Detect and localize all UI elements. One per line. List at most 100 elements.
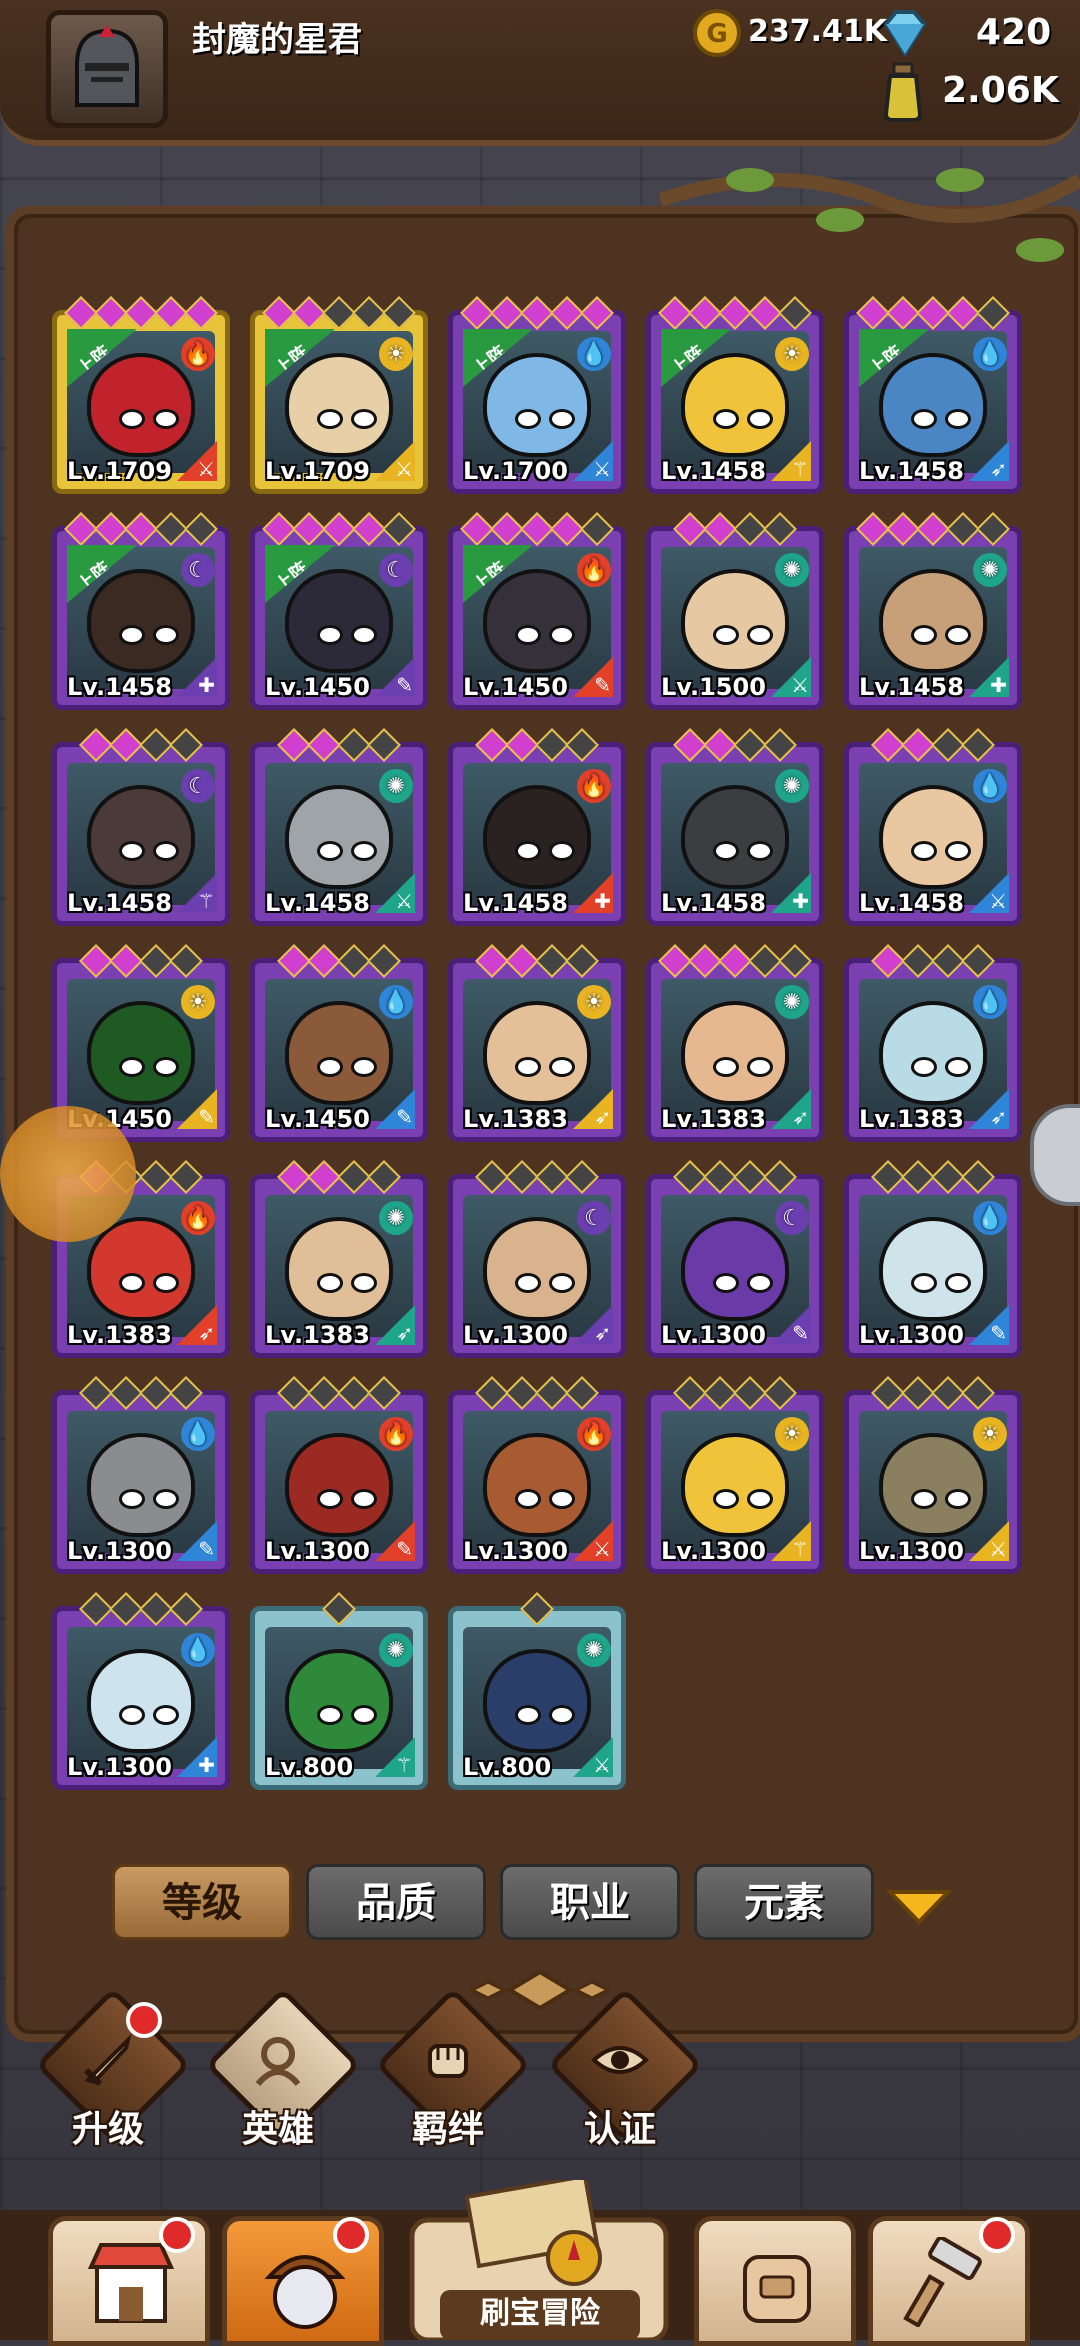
tab-quality[interactable]: 品质	[306, 1864, 486, 1940]
hero-card[interactable]: 💧 ✎ Lv.1300	[52, 1376, 230, 1574]
hero-card[interactable]: 上阵 💧 ⚔ Lv.1700	[448, 296, 626, 494]
class-glyph: ⚚	[791, 1537, 809, 1561]
star-icon	[763, 512, 797, 546]
hero-eyes	[317, 625, 377, 645]
tab-class[interactable]: 职业	[500, 1864, 680, 1940]
nav-forge[interactable]	[868, 2216, 1030, 2346]
star-icon	[475, 1160, 509, 1194]
hero-card[interactable]: 💧 ⚔ Lv.1458	[844, 728, 1022, 926]
star-icon	[64, 512, 98, 546]
star-icon	[703, 1376, 737, 1410]
hero-card[interactable]: 💧 ➶ Lv.1383	[844, 944, 1022, 1142]
sort-dropdown-icon[interactable]	[886, 1886, 952, 1926]
hero-card[interactable]: ✺ ✚ Lv.1458	[646, 728, 824, 926]
hero-card[interactable]: 上阵 ☾ ✚ Lv.1458	[52, 512, 230, 710]
hero-head	[681, 1433, 789, 1537]
hero-head	[285, 1649, 393, 1753]
nav-shop[interactable]	[48, 2216, 210, 2346]
class-glyph: ✎	[396, 673, 413, 697]
tab-element[interactable]: 元素	[694, 1864, 874, 1940]
star-icon	[169, 1376, 203, 1410]
hero-card[interactable]: ☾ ✎ Lv.1300	[646, 1160, 824, 1358]
wind-element-icon: ✺	[973, 553, 1007, 587]
class-glyph: ⚔	[791, 673, 809, 697]
hero-eyes	[515, 1057, 575, 1077]
hero-card[interactable]: ✺ ✚ Lv.1458	[844, 512, 1022, 710]
class-glyph: ⚔	[989, 1537, 1007, 1561]
hero-card[interactable]: 💧 ✎ Lv.1300	[844, 1160, 1022, 1358]
hero-card[interactable]: 上阵 💧 ➶ Lv.1458	[844, 296, 1022, 494]
hero-level: Lv.1709	[265, 457, 370, 485]
star-icon	[856, 512, 890, 546]
adventure-label[interactable]: 刷宝冒险	[440, 2290, 640, 2340]
hero-card[interactable]: ✺ ⚔ Lv.800	[448, 1592, 626, 1790]
hero-eyes	[515, 1273, 575, 1293]
hero-stars	[849, 1160, 1017, 1194]
hero-card[interactable]: 🔥 ⚔ Lv.1300	[448, 1376, 626, 1574]
hero-stars	[651, 1160, 819, 1194]
nav-inventory[interactable]	[694, 2216, 856, 2346]
hero-card[interactable]: ☾ ⚚ Lv.1458	[52, 728, 230, 926]
star-icon	[124, 512, 158, 546]
hero-card[interactable]: 💧 ✎ Lv.1450	[250, 944, 428, 1142]
hero-level: Lv.1458	[661, 457, 766, 485]
star-icon	[673, 728, 707, 762]
hero-sub-navigation: 升级 英雄 羁绊 认证	[0, 1987, 1080, 2150]
hero-head	[681, 785, 789, 889]
hero-stars	[849, 296, 1017, 330]
star-icon	[367, 728, 401, 762]
star-icon	[169, 1160, 203, 1194]
hero-head	[879, 569, 987, 673]
hero-card[interactable]: 🔥 ✎ Lv.1300	[250, 1376, 428, 1574]
hero-head	[87, 1649, 195, 1753]
hero-card[interactable]: ✺ ⚔ Lv.1500	[646, 512, 824, 710]
subnav-upgrade[interactable]: 升级	[35, 1987, 191, 2150]
class-glyph: ⚔	[395, 457, 413, 481]
tab-level[interactable]: 等级	[112, 1864, 292, 1940]
star-icon	[184, 512, 218, 546]
hero-card[interactable]: 上阵 🔥 ✎ Lv.1450	[448, 512, 626, 710]
hero-eyes	[911, 625, 971, 645]
hero-head	[483, 785, 591, 889]
hero-card[interactable]: ☀ ⚚ Lv.1300	[646, 1376, 824, 1574]
hero-card[interactable]: ✺ ⚚ Lv.800	[250, 1592, 428, 1790]
hero-card[interactable]: 上阵 🔥 ⚔ Lv.1709	[52, 296, 230, 494]
hero-head	[483, 1217, 591, 1321]
star-icon	[139, 1376, 173, 1410]
hero-card[interactable]: 💧 ✚ Lv.1300	[52, 1592, 230, 1790]
subnav-certify[interactable]: 认证	[547, 1987, 703, 2150]
hero-card[interactable]: 上阵 ☀ ⚔ Lv.1709	[250, 296, 428, 494]
subnav-bonds[interactable]: 羁绊	[375, 1987, 531, 2150]
star-icon	[337, 1160, 371, 1194]
hero-level: Lv.1300	[859, 1321, 964, 1349]
hero-head	[879, 353, 987, 457]
star-icon	[901, 728, 935, 762]
star-icon	[307, 1160, 341, 1194]
light-element-icon: ☀	[577, 985, 611, 1019]
hero-card[interactable]: ☀ ⚔ Lv.1300	[844, 1376, 1022, 1574]
star-icon	[79, 728, 113, 762]
hero-level: Lv.1458	[265, 889, 370, 917]
hero-card[interactable]: 🔥 ✚ Lv.1458	[448, 728, 626, 926]
star-icon	[535, 1160, 569, 1194]
subnav-heroes[interactable]: 英雄	[205, 1987, 361, 2150]
nav-heroes[interactable]	[222, 2216, 384, 2346]
star-icon	[550, 296, 584, 330]
hero-card[interactable]: ☾ ➶ Lv.1300	[448, 1160, 626, 1358]
hero-card[interactable]: 上阵 ☀ ⚚ Lv.1458	[646, 296, 824, 494]
hero-head	[285, 1217, 393, 1321]
hero-card[interactable]: ✺ ⚔ Lv.1458	[250, 728, 428, 926]
floating-assistant-button[interactable]	[0, 1106, 136, 1242]
hero-card[interactable]: ☀ ➶ Lv.1383	[448, 944, 626, 1142]
light-element-icon: ☀	[775, 1417, 809, 1451]
star-icon	[976, 512, 1010, 546]
hero-level: Lv.1300	[265, 1537, 370, 1565]
hero-card[interactable]: ✺ ➶ Lv.1383	[250, 1160, 428, 1358]
class-glyph: ✚	[198, 1753, 215, 1777]
star-icon	[961, 728, 995, 762]
player-avatar[interactable]	[46, 10, 168, 128]
hero-card[interactable]: ✺ ➶ Lv.1383	[646, 944, 824, 1142]
hero-icon	[255, 2037, 301, 2087]
hero-card[interactable]: 上阵 ☾ ✎ Lv.1450	[250, 512, 428, 710]
hero-eyes	[119, 1705, 179, 1725]
